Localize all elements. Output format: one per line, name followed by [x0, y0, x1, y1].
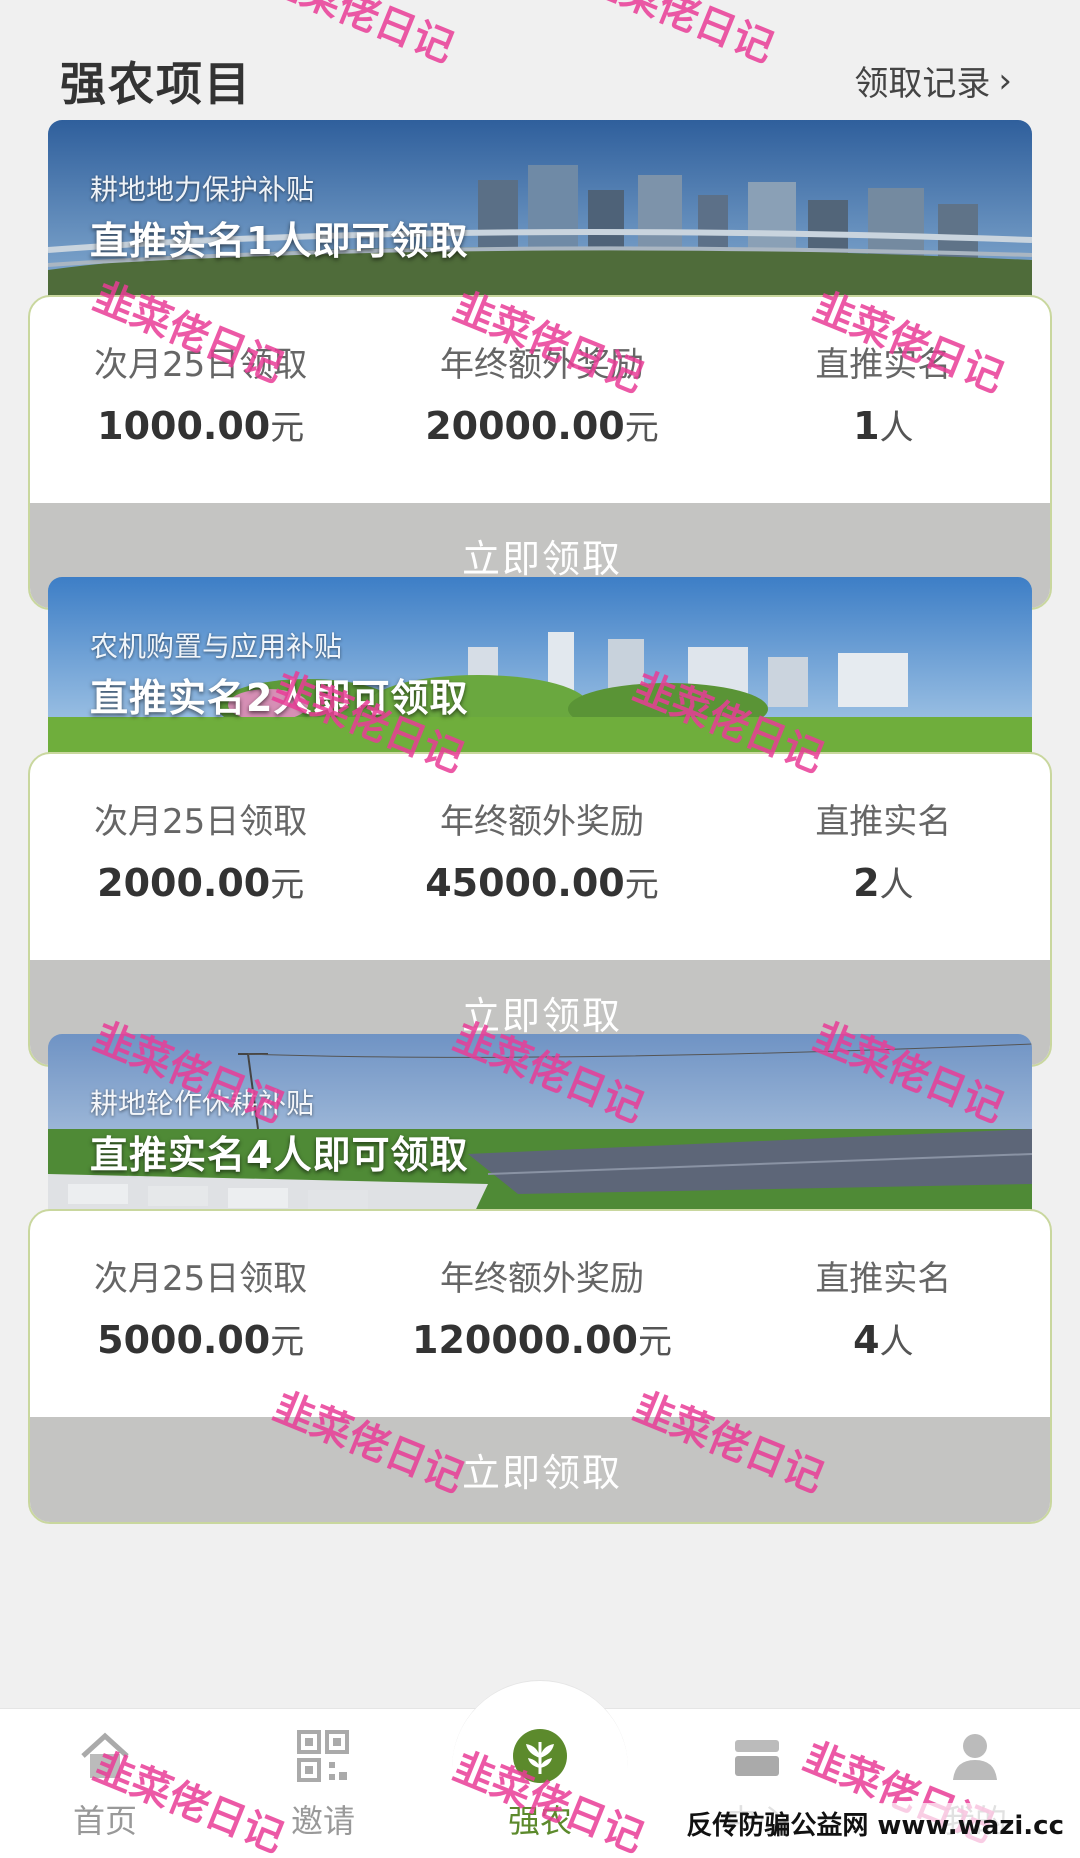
leaf-icon — [513, 1729, 567, 1783]
stat-unit: 人 — [879, 408, 914, 448]
stat-value: 2000.00元 — [30, 857, 371, 906]
stat-number: 120000.00 — [412, 1318, 638, 1362]
project-info-card: 次月25日领取 1000.00元 年终额外奖励 20000.00元 直推实名 1… — [28, 295, 1052, 610]
project-banner: 耕地轮作休耕补贴 直推实名4人即可领取 — [48, 1034, 1032, 1226]
home-icon — [81, 1732, 129, 1778]
stat-number: 4 — [853, 1318, 880, 1362]
banner-subtitle: 耕地轮作休耕补贴 — [90, 1087, 315, 1120]
tab-home[interactable]: 首页 — [30, 1726, 180, 1842]
stat-value: 45000.00元 — [371, 857, 712, 906]
banner-subtitle: 农机购置与应用补贴 — [90, 630, 343, 663]
chevron-right-icon: › — [998, 60, 1012, 101]
stack-icon — [735, 1740, 779, 1776]
project-info-card: 次月25日领取 2000.00元 年终额外奖励 45000.00元 直推实名 2… — [28, 752, 1052, 1067]
stat-label: 年终额外奖励 — [439, 802, 644, 842]
stat-unit: 元 — [270, 865, 305, 905]
qr-code-icon — [297, 1730, 349, 1782]
stat-unit: 人 — [879, 1322, 914, 1362]
stat-value: 1人 — [713, 400, 1050, 449]
stat-number: 1 — [853, 404, 880, 448]
stat-number: 20000.00 — [425, 404, 625, 448]
stats-row: 次月25日领取 5000.00元 年终额外奖励 120000.00元 直推实名 … — [30, 1251, 1050, 1391]
banner-subtitle: 耕地地力保护补贴 — [90, 173, 315, 206]
stat-monthly: 次月25日领取 2000.00元 — [30, 794, 371, 934]
stat-label: 直推实名 — [815, 802, 952, 842]
stat-referrals: 直推实名 2人 — [713, 794, 1050, 934]
stat-label: 直推实名 — [815, 345, 952, 385]
project-card-3: 耕地轮作休耕补贴 直推实名4人即可领取 次月25日领取 5000.00元 年终额… — [0, 1034, 1080, 1534]
project-banner: 耕地地力保护补贴 直推实名1人即可领取 — [48, 120, 1032, 312]
stat-unit: 元 — [624, 865, 659, 905]
tab-label: 首页 — [72, 1802, 137, 1840]
stat-label: 直推实名 — [815, 1259, 952, 1299]
stat-label: 年终额外奖励 — [439, 1259, 644, 1299]
stat-label: 年终额外奖励 — [439, 345, 644, 385]
stat-value: 5000.00元 — [30, 1314, 371, 1363]
project-info-card: 次月25日领取 5000.00元 年终额外奖励 120000.00元 直推实名 … — [28, 1209, 1052, 1524]
stats-row: 次月25日领取 1000.00元 年终额外奖励 20000.00元 直推实名 1… — [30, 337, 1050, 477]
claim-records-label: 领取记录 — [854, 64, 991, 104]
banner-title: 直推实名4人即可领取 — [90, 1133, 469, 1177]
stat-number: 1000.00 — [97, 404, 271, 448]
banner-title: 直推实名1人即可领取 — [90, 219, 469, 263]
stat-value: 20000.00元 — [371, 400, 712, 449]
claim-button[interactable]: 立即领取 — [30, 1417, 1050, 1522]
stat-value: 4人 — [713, 1314, 1050, 1363]
project-banner: 农机购置与应用补贴 直推实名2人即可领取 — [48, 577, 1032, 769]
stats-row: 次月25日领取 2000.00元 年终额外奖励 45000.00元 直推实名 2… — [30, 794, 1050, 934]
stat-number: 5000.00 — [97, 1318, 271, 1362]
stat-label: 次月25日领取 — [94, 802, 308, 842]
stat-value: 2人 — [713, 857, 1050, 906]
stat-year-end: 年终额外奖励 120000.00元 — [371, 1251, 712, 1391]
stat-number: 45000.00 — [425, 861, 625, 905]
stat-unit: 元 — [624, 408, 659, 448]
page-title: 强农项目 — [60, 57, 252, 111]
stat-referrals: 直推实名 4人 — [713, 1251, 1050, 1391]
stat-year-end: 年终额外奖励 45000.00元 — [371, 794, 712, 934]
stat-unit: 人 — [879, 865, 914, 905]
stat-number: 2000.00 — [97, 861, 271, 905]
stat-unit: 元 — [270, 408, 305, 448]
stat-referrals: 直推实名 1人 — [713, 337, 1050, 477]
tab-invite[interactable]: 邀请 — [248, 1726, 398, 1842]
claim-records-link[interactable]: 领取记录 › — [854, 56, 1012, 105]
tab-label: 邀请 — [290, 1802, 355, 1840]
stat-label: 次月25日领取 — [94, 345, 308, 385]
stat-unit: 元 — [637, 1322, 672, 1362]
stat-number: 2 — [853, 861, 880, 905]
stat-label: 次月25日领取 — [94, 1259, 308, 1299]
project-card-2: 农机购置与应用补贴 直推实名2人即可领取 次月25日领取 2000.00元 年终… — [0, 577, 1080, 1077]
stat-value: 120000.00元 — [371, 1314, 712, 1363]
stat-monthly: 次月25日领取 5000.00元 — [30, 1251, 371, 1391]
source-watermark: 反传防骗公益网 www.wazi.cc — [680, 1803, 1070, 1844]
stat-year-end: 年终额外奖励 20000.00元 — [371, 337, 712, 477]
tab-label: 强农 — [507, 1802, 572, 1840]
header: 强农项目 领取记录 › — [0, 0, 1080, 140]
user-icon — [953, 1734, 997, 1780]
stat-monthly: 次月25日领取 1000.00元 — [30, 337, 371, 477]
project-card-1: 耕地地力保护补贴 直推实名1人即可领取 次月25日领取 1000.00元 年终额… — [0, 120, 1080, 620]
stat-unit: 元 — [270, 1322, 305, 1362]
tab-qiangnong[interactable]: 强农 — [465, 1726, 615, 1842]
stat-value: 1000.00元 — [30, 400, 371, 449]
banner-title: 直推实名2人即可领取 — [90, 676, 469, 720]
